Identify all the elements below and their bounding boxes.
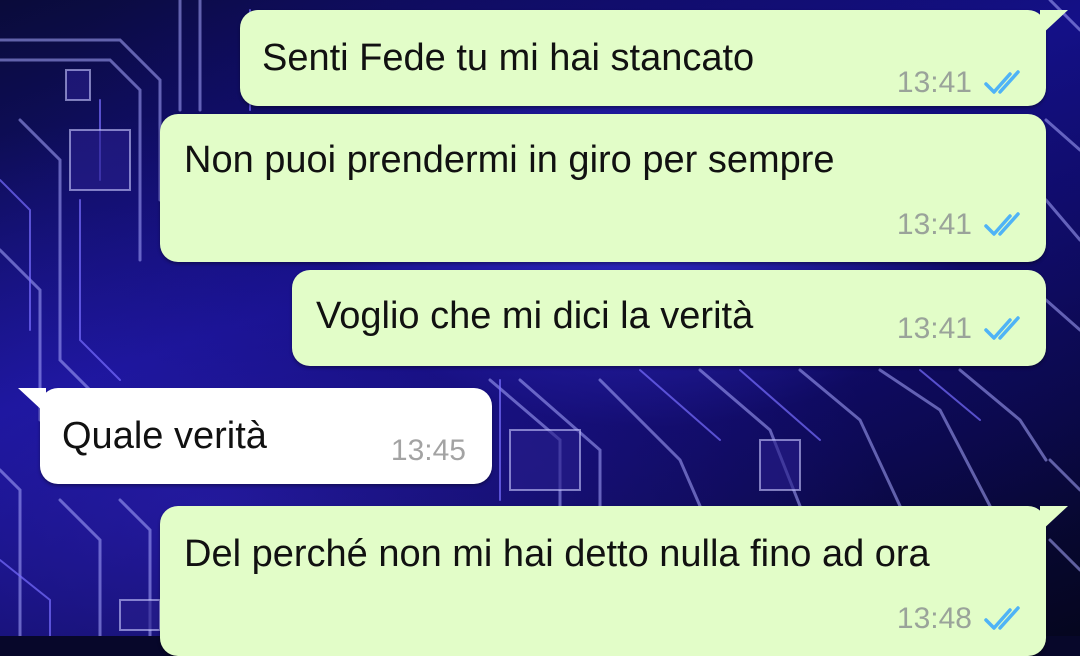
double-check-read-icon xyxy=(984,316,1020,340)
outgoing-message-bubble[interactable]: Voglio che mi dici la verità 13:41 xyxy=(292,270,1046,366)
message-meta: 13:41 xyxy=(897,66,1024,100)
message-meta: 13:48 xyxy=(897,602,1024,636)
double-check-read-icon xyxy=(984,70,1020,94)
message-time: 13:41 xyxy=(896,66,972,99)
message-list[interactable]: Senti Fede tu mi hai stancato 13:41 Non … xyxy=(0,0,1080,656)
message-text: Voglio che mi dici la verità xyxy=(316,295,754,337)
outgoing-message-bubble[interactable]: Non puoi prendermi in giro per sempre 13… xyxy=(160,114,1046,262)
outgoing-message-bubble[interactable]: Del perché non mi hai detto nulla fino a… xyxy=(160,506,1068,656)
message-time: 13:41 xyxy=(896,312,972,345)
incoming-message-bubble[interactable]: Quale verità 13:45 xyxy=(18,388,492,484)
bubble-tail xyxy=(1040,10,1068,36)
message-text: Quale verità xyxy=(62,415,267,457)
message-time: 13:41 xyxy=(896,208,972,241)
message-time: 13:45 xyxy=(390,434,466,467)
message-meta: 13:41 xyxy=(897,312,1024,346)
bubble-tail xyxy=(18,388,46,414)
message-meta: 13:45 xyxy=(391,434,466,468)
message-meta: 13:41 xyxy=(897,208,1024,242)
double-check-read-icon xyxy=(984,606,1020,630)
message-text: Non puoi prendermi in giro per sempre xyxy=(184,139,835,181)
message-time: 13:48 xyxy=(896,602,972,635)
bubble-tail xyxy=(1040,506,1068,532)
double-check-read-icon xyxy=(984,212,1020,236)
message-text: Del perché non mi hai detto nulla fino a… xyxy=(184,533,930,575)
message-text: Senti Fede tu mi hai stancato xyxy=(262,37,755,79)
outgoing-message-bubble[interactable]: Senti Fede tu mi hai stancato 13:41 xyxy=(240,10,1068,106)
